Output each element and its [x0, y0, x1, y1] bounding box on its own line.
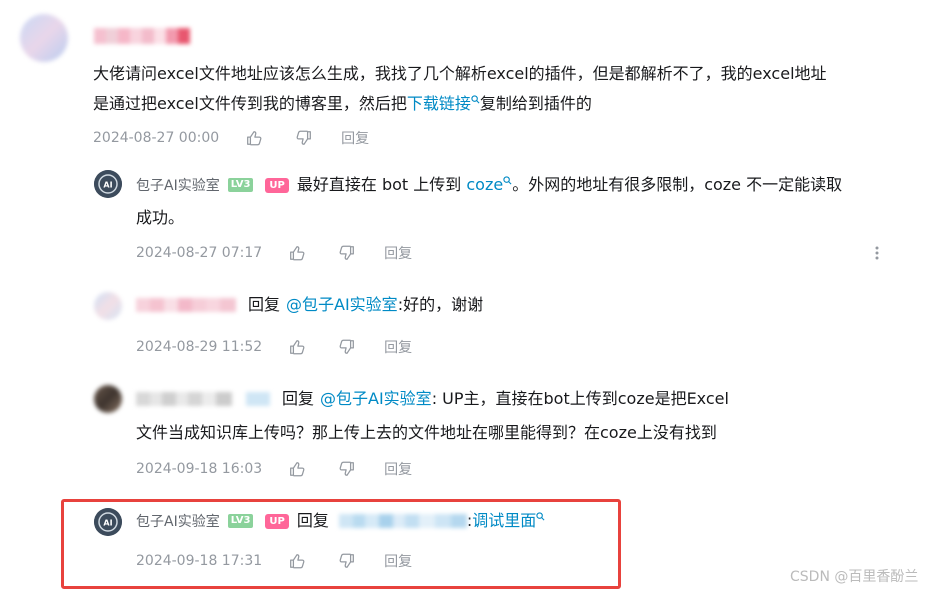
search-icon[interactable] — [536, 512, 545, 521]
reply1-text-line2: 成功。 — [136, 208, 185, 227]
search-icon[interactable] — [503, 176, 512, 185]
comment-text-line2: 是通过把excel文件传到我的博客里，然后把 — [93, 94, 407, 113]
reply2-content: :好的，谢谢 — [397, 295, 484, 314]
reply4-header: 包子AI实验室 LV3 UP 回复 : 调试里面 — [136, 506, 545, 536]
coze-link[interactable]: coze — [466, 175, 503, 194]
reply3-content: : UP主，直接在bot上传到coze是把Excel — [431, 389, 729, 408]
like-icon[interactable] — [286, 458, 308, 480]
reply2-meta: 2024-08-29 11:52 回复 — [136, 336, 412, 358]
reply1-meta: 2024-08-27 07:17 回复 — [136, 242, 412, 264]
level-badge: LV3 — [227, 514, 254, 528]
replier-avatar[interactable] — [94, 292, 122, 320]
like-icon[interactable] — [286, 550, 308, 572]
comment-date: 2024-08-27 00:00 — [93, 130, 220, 146]
dislike-icon[interactable] — [336, 242, 358, 264]
reply-date: 2024-08-29 11:52 — [136, 339, 263, 355]
search-icon[interactable] — [471, 95, 480, 104]
comment-text-line1: 大佬请问excel文件地址应该怎么生成，我找了几个解析excel的插件，但是都解… — [93, 64, 827, 83]
ai-logo-icon: AI — [94, 170, 122, 198]
more-options-icon[interactable] — [873, 244, 881, 262]
up-avatar[interactable]: AI — [94, 508, 122, 536]
replier-username[interactable] — [136, 392, 270, 406]
comment-meta: 2024-08-27 00:00 回复 — [93, 127, 369, 149]
comment-text-line2-end: 复制给到插件的 — [479, 94, 592, 113]
reply-date: 2024-09-18 16:03 — [136, 461, 263, 477]
up-badge: UP — [265, 177, 289, 193]
mention-link[interactable]: @包子AI实验室 — [320, 384, 432, 414]
replier-avatar[interactable] — [94, 385, 122, 413]
reply1-text: 最好直接在 bot 上传到 coze 。外网的地址有很多限制，coze 不一定能读… — [297, 170, 842, 200]
up-avatar[interactable]: AI — [94, 170, 122, 198]
reply-button[interactable]: 回复 — [341, 128, 369, 148]
reply-date: 2024-09-18 17:31 — [136, 553, 263, 569]
like-icon[interactable] — [286, 242, 308, 264]
reply-word: 回复 — [296, 511, 329, 530]
reply1-text-end: 。外网的地址有很多限制，coze 不一定能读取 — [512, 175, 843, 194]
reply-date: 2024-08-27 07:17 — [136, 245, 263, 261]
reply-word: 回复 — [282, 389, 315, 408]
commenter-username[interactable] — [94, 28, 190, 44]
reply1-text-start: 最好直接在 bot 上传到 — [296, 175, 467, 194]
replier-username[interactable] — [136, 298, 236, 312]
up-username[interactable]: 包子AI实验室 — [136, 511, 220, 531]
like-icon[interactable] — [286, 336, 308, 358]
reply3-text: 回复 @包子AI实验室 : UP主，直接在bot上传到coze是把Excel — [282, 384, 729, 414]
ai-logo-icon: AI — [94, 508, 122, 536]
svg-text:AI: AI — [103, 181, 112, 190]
download-link[interactable]: 下载链接 — [407, 94, 471, 113]
level-badge: LV3 — [227, 178, 254, 192]
svg-text:AI: AI — [103, 519, 112, 528]
reply4-meta: 2024-09-18 17:31 回复 — [136, 550, 412, 572]
reply3-text-line2: 文件当成知识库上传吗？那上传上去的文件地址在哪里能得到？在coze上没有找到 — [136, 423, 717, 442]
reply-button[interactable]: 回复 — [384, 459, 412, 479]
reply-button[interactable]: 回复 — [384, 243, 412, 263]
debug-link[interactable]: 调试里面 — [472, 506, 536, 536]
dislike-icon[interactable] — [336, 550, 358, 572]
up-badge: UP — [265, 513, 289, 529]
reply-button[interactable]: 回复 — [384, 551, 412, 571]
reply3-meta: 2024-09-18 16:03 回复 — [136, 458, 412, 480]
reply-word: 回复 — [248, 295, 281, 314]
reply-button[interactable]: 回复 — [384, 337, 412, 357]
mention-link[interactable] — [338, 514, 467, 528]
reply2-text: 回复 @包子AI实验室 :好的，谢谢 — [248, 290, 483, 320]
up-username[interactable]: 包子AI实验室 — [136, 175, 220, 195]
dislike-icon[interactable] — [336, 336, 358, 358]
comment-text: 大佬请问excel文件地址应该怎么生成，我找了几个解析excel的插件，但是都解… — [93, 59, 943, 119]
watermark: CSDN @百里香酚兰 — [790, 569, 919, 585]
dislike-icon[interactable] — [336, 458, 358, 480]
mention-link[interactable]: @包子AI实验室 — [286, 290, 398, 320]
reply1-header: 包子AI实验室 LV3 UP 最好直接在 bot 上传到 coze 。外网的地址有… — [136, 170, 842, 200]
commenter-avatar[interactable] — [20, 14, 68, 62]
dislike-icon[interactable] — [293, 127, 315, 149]
like-icon[interactable] — [243, 127, 265, 149]
